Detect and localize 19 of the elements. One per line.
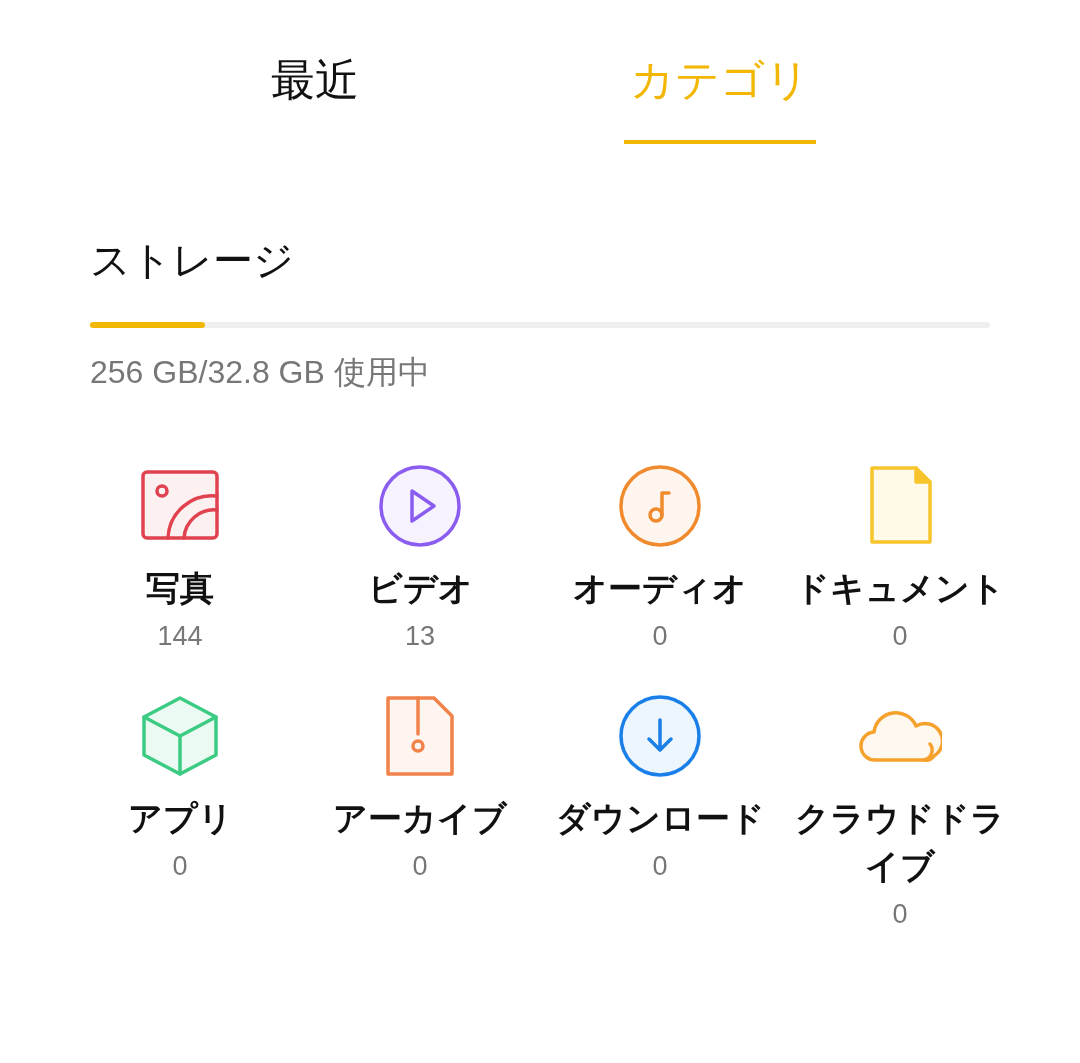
category-label[interactable]: アプリ [65, 794, 295, 842]
category-label[interactable]: ビデオ [305, 564, 535, 612]
category-count: 0 [652, 850, 668, 883]
section-title: ストレージ [90, 237, 295, 284]
category-label[interactable]: 写真 [65, 564, 295, 612]
category-count: 13 [404, 620, 435, 653]
category-count: 0 [652, 620, 668, 653]
category-label[interactable]: アーカイブ [305, 794, 535, 842]
category-label[interactable]: ドキュメント [785, 564, 1015, 612]
storage-usage: 256 GB/32.8 GB 使用中 [90, 353, 431, 392]
tab[interactable]: 最近 [267, 48, 363, 144]
category-count: 0 [412, 850, 428, 883]
category-count: 0 [892, 620, 908, 653]
category-count: 144 [157, 620, 203, 653]
category-label[interactable]: クラウドドライブ [785, 794, 1015, 890]
category-count: 0 [172, 850, 188, 883]
category-label[interactable]: ダウンロード [545, 794, 775, 842]
category-label[interactable]: オーディオ [545, 564, 775, 612]
category-count: 0 [892, 898, 908, 931]
